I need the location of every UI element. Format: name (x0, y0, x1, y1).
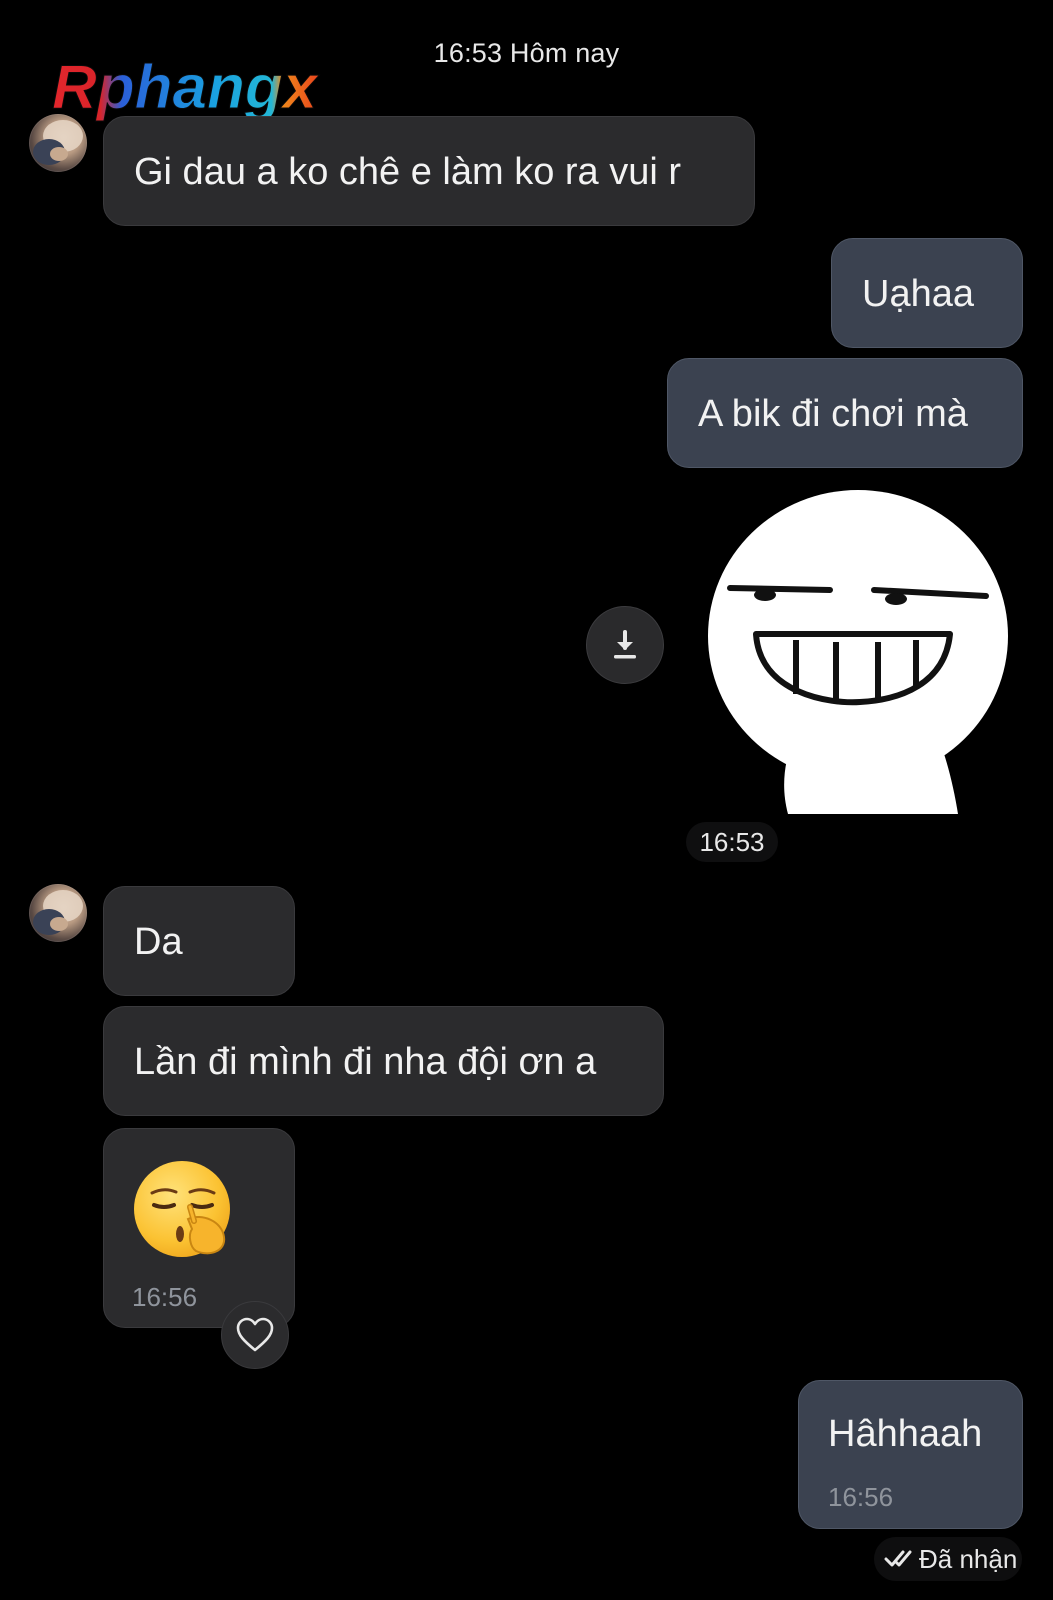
outgoing-message-bubble[interactable]: A bik đi chơi mà (667, 358, 1023, 468)
message-timestamp: 16:56 (132, 1282, 198, 1312)
message-text: Gi dau a ko chê e làm ko ra vui r (134, 151, 682, 193)
contact-avatar[interactable] (29, 884, 87, 942)
outgoing-message-bubble[interactable]: Hâhhaah 16:56 (798, 1380, 1023, 1529)
download-icon (614, 630, 636, 659)
message-text: Hâhhaah (828, 1413, 983, 1455)
message-text: A bik đi chơi mà (698, 393, 968, 435)
delivery-status-label: Đã nhận (919, 1544, 1018, 1574)
incoming-emoji-message[interactable]: 16:56 (103, 1128, 295, 1328)
incoming-message-bubble[interactable]: Da (103, 886, 295, 996)
delivery-status: Đã nhận (874, 1537, 1022, 1581)
shushing-face-emoji (132, 1159, 236, 1263)
message-timestamp: 16:53 (686, 822, 778, 862)
incoming-message-bubble[interactable]: Lần đi mình đi nha đội ơn a (103, 1006, 664, 1116)
watermark-logo-text: Rphangx (52, 53, 320, 122)
message-text: Uạhaa (862, 273, 974, 315)
react-heart-button[interactable] (221, 1301, 289, 1369)
message-text: Da (134, 921, 183, 963)
contact-avatar[interactable] (29, 114, 87, 172)
message-timestamp: 16:56 (828, 1482, 894, 1512)
outgoing-message-bubble[interactable]: Uạhaa (831, 238, 1023, 348)
grinning-face-sticker[interactable] (700, 484, 1020, 814)
heart-icon (236, 1317, 274, 1352)
double-check-icon (884, 1550, 912, 1567)
incoming-message-bubble[interactable]: Gi dau a ko chê e làm ko ra vui r (103, 116, 755, 226)
download-button[interactable] (586, 606, 664, 684)
message-text: Lần đi mình đi nha đội ơn a (134, 1041, 597, 1083)
